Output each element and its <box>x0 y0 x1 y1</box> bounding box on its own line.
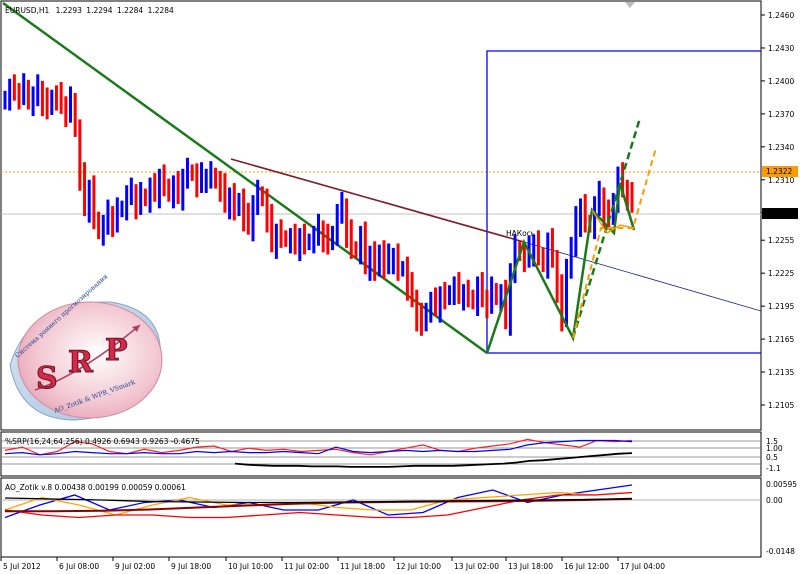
time-tick-label: 5 Jul 2012 <box>3 562 41 571</box>
time-tick-label: 16 Jul 12:00 <box>564 562 609 571</box>
price-tick-label: 1.2225 <box>768 269 794 278</box>
time-tick-label: 11 Jul 18:00 <box>340 562 385 571</box>
indicator-1-tick-label: -1.1 <box>766 464 781 473</box>
indicator-1-axis: 1.51.000.5-1.1 <box>766 437 783 473</box>
price-tick-label: 1.2430 <box>768 44 794 53</box>
price-tick-label: 1.2165 <box>768 335 794 344</box>
indicator-1-title: %SRP(16,24,64,256) 0.4926 0.6943 0.9263 … <box>5 437 200 446</box>
indicator-2-tick-label: 0.00595 <box>766 480 797 489</box>
time-tick-label: 13 Jul 18:00 <box>508 562 553 571</box>
price-tick-label: 1.2400 <box>768 77 794 86</box>
price-tick-label: 1.2195 <box>768 302 794 311</box>
chart-root: НАКось EURUSD,H1 1.2293 1.2294 1.2284 1.… <box>0 0 798 571</box>
time-axis: 5 Jul 2012 6 Jul 08:00 9 Jul 02:00 9 Jul 18… <box>0 557 665 571</box>
level-price-label: 1.2322 <box>766 167 792 176</box>
time-tick-label: 9 Jul 18:00 <box>171 562 211 571</box>
indicator-2-tick-label: 0.00 <box>766 496 783 505</box>
indicator-2-tick-label: -0.0148 <box>766 547 795 556</box>
main-panel-title: EURUSD,H1 1.2293 1.2294 1.2284 1.2284 <box>5 6 174 15</box>
current-price-label: 1.2284 <box>766 209 792 218</box>
price-tick-label: 1.2340 <box>768 143 794 152</box>
price-tick-label: 1.2105 <box>768 401 794 410</box>
time-tick-label: 11 Jul 02:00 <box>284 562 329 571</box>
indicator-2-title: AO_Zotik v.8 0.00438 0.00199 0.00059 0.0… <box>5 483 186 492</box>
time-tick-label: 6 Jul 08:00 <box>59 562 99 571</box>
indicator-1-tick-label: 1.00 <box>766 444 783 453</box>
indicator-2-axis: 0.00595 0.00 -0.0148 <box>766 480 797 556</box>
price-tick-label: 1.2310 <box>768 176 794 185</box>
time-tick-label: 9 Jul 02:00 <box>115 562 155 571</box>
time-tick-label: 17 Jul 04:00 <box>620 562 665 571</box>
price-tick-label: 1.2460 <box>768 11 794 20</box>
logo-letter-s: S <box>36 361 58 396</box>
time-tick-label: 13 Jul 02:00 <box>454 562 499 571</box>
indicator-1-tick-label: 0.5 <box>766 453 778 462</box>
logo-letter-r: R <box>68 345 94 380</box>
annotation-label: НАКось <box>506 229 535 238</box>
price-tick-label: 1.2135 <box>768 368 794 377</box>
time-tick-label: 12 Jul 10:00 <box>396 562 441 571</box>
price-tick-label: 1.2255 <box>768 236 794 245</box>
logo-letter-p: P <box>105 333 128 368</box>
time-tick-label: 10 Jul 10:00 <box>228 562 273 571</box>
price-tick-label: 1.2370 <box>768 110 794 119</box>
